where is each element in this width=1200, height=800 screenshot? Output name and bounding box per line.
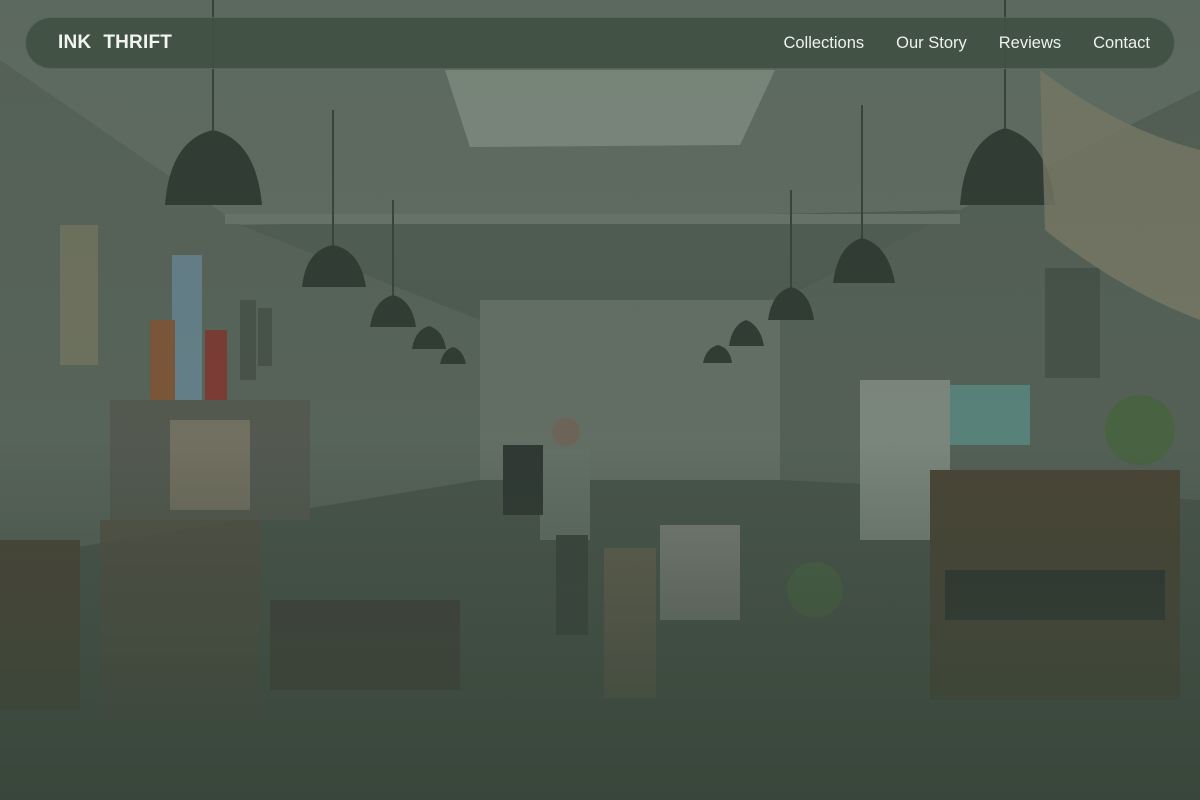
brand-word-ink: INK <box>58 32 92 53</box>
nav-link-contact[interactable]: Contact <box>1093 34 1150 53</box>
brand-logo[interactable]: INK THRIFT <box>58 32 172 54</box>
brand-word-thrift: THRIFT <box>103 32 173 53</box>
nav-link-reviews[interactable]: Reviews <box>999 34 1061 53</box>
nav-links: Collections Our Story Reviews Contact <box>783 34 1150 53</box>
nav-link-collections[interactable]: Collections <box>783 34 864 53</box>
top-navbar: INK THRIFT Collections Our Story Reviews… <box>25 17 1175 69</box>
hero-section: INK THRIFT Collections Our Story Reviews… <box>0 0 1200 800</box>
nav-link-our-story[interactable]: Our Story <box>896 34 967 53</box>
hero-overlay <box>0 0 1200 800</box>
